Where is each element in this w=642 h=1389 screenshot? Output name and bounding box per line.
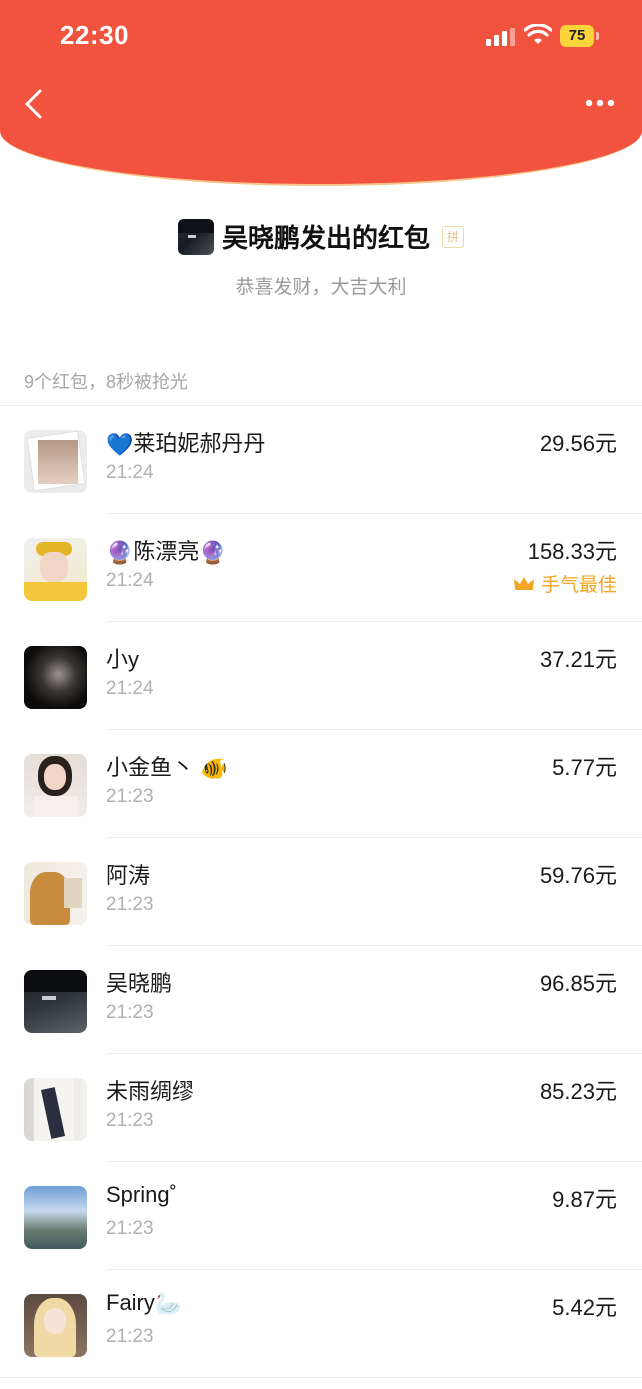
claim-time: 21:23 (106, 894, 154, 915)
claim-amount: 85.23元 (539, 1079, 617, 1104)
avatar[interactable] (24, 970, 87, 1033)
recipient-name: 小金鱼丶 🐠 (106, 755, 228, 782)
claim-time: 21:23 (106, 786, 154, 807)
best-luck-label: 手气最佳 (540, 575, 617, 596)
cellular-signal-icon (486, 28, 515, 46)
divider (0, 1377, 642, 1378)
claim-time: 21:23 (106, 1218, 154, 1239)
list-item[interactable]: Fairy🦢 21:23 5.42元 (0, 1270, 642, 1378)
recipient-name: 🔮陈漂亮🔮 (106, 539, 227, 566)
recipient-name: 未雨绸缪 (106, 1079, 195, 1104)
recipient-name: 吴晓鹏 (106, 971, 173, 996)
recipient-name: 💙莱珀妮郝丹丹 (106, 431, 266, 458)
tropical-fish-icon: 🐠 (200, 756, 228, 782)
battery-tip (596, 32, 599, 40)
red-packet-header: 22:30 75 (0, 0, 642, 186)
claim-summary: 9个红包，8秒被抢光 (24, 372, 189, 392)
claim-time: 21:23 (106, 1326, 154, 1347)
crown-icon (513, 576, 534, 590)
avatar[interactable] (24, 538, 87, 601)
list-item[interactable]: 小y 21:24 37.21元 (0, 622, 642, 730)
claim-time: 21:23 (106, 1110, 154, 1131)
sender-avatar[interactable] (177, 218, 214, 255)
best-luck-badge: 手气最佳 (513, 570, 617, 597)
claim-amount: 37.21元 (539, 647, 617, 672)
recipient-name: Spring˚ (106, 1182, 177, 1207)
list-item[interactable]: 💙莱珀妮郝丹丹 21:24 29.56元 (0, 406, 642, 514)
pin-badge-icon: 拼 (442, 225, 464, 248)
claim-amount: 9.87元 (552, 1187, 617, 1212)
blessing-text: 恭喜发财，大吉大利 (235, 277, 407, 298)
recipient-name: 小y (106, 647, 140, 672)
recipient-list: 💙莱珀妮郝丹丹 21:24 29.56元 🔮陈漂亮🔮 21:24 158.33元… (0, 406, 642, 1378)
avatar[interactable] (24, 1294, 87, 1357)
recipient-name: Fairy🦢 (106, 1290, 183, 1317)
more-options-icon[interactable] (585, 97, 615, 109)
claim-amount: 29.56元 (539, 431, 617, 456)
crystal-ball-icon: 🔮 (199, 540, 227, 566)
claim-time: 21:24 (106, 678, 154, 699)
claim-amount: 5.77元 (552, 755, 617, 780)
swan-icon: 🦢 (154, 1291, 183, 1317)
list-item[interactable]: 吴晓鹏 21:23 96.85元 (0, 946, 642, 1054)
sender-title-row: 吴晓鹏发出的红包 拼 (0, 218, 642, 262)
claim-amount: 158.33元 (527, 539, 617, 564)
claim-time: 21:24 (106, 462, 154, 483)
battery-icon: 75 (560, 25, 594, 47)
claim-time: 21:23 (106, 1002, 154, 1023)
avatar[interactable] (24, 862, 87, 925)
avatar[interactable] (24, 646, 87, 709)
list-item[interactable]: Spring˚ 21:23 9.87元 (0, 1162, 642, 1270)
recipient-name: 阿涛 (106, 863, 151, 888)
blue-heart-icon: 💙 (106, 432, 134, 458)
claim-amount: 5.42元 (552, 1295, 617, 1320)
avatar[interactable] (24, 1186, 87, 1249)
claim-amount: 59.76元 (539, 863, 617, 888)
list-item[interactable]: 小金鱼丶 🐠 21:23 5.77元 (0, 730, 642, 838)
list-item[interactable]: 阿涛 21:23 59.76元 (0, 838, 642, 946)
status-time: 22:30 (60, 20, 129, 50)
sender-title: 吴晓鹏发出的红包 (221, 223, 430, 253)
list-item[interactable]: 未雨绸缪 21:23 85.23元 (0, 1054, 642, 1162)
claim-amount: 96.85元 (539, 971, 617, 996)
avatar[interactable] (24, 1078, 87, 1141)
avatar[interactable] (24, 430, 87, 493)
list-item[interactable]: 🔮陈漂亮🔮 21:24 158.33元 手气最佳 (0, 514, 642, 622)
avatar[interactable] (24, 754, 87, 817)
crystal-ball-icon: 🔮 (106, 540, 134, 566)
claim-time: 21:24 (106, 570, 154, 591)
wifi-icon (524, 24, 552, 44)
back-chevron-icon[interactable] (22, 88, 46, 120)
